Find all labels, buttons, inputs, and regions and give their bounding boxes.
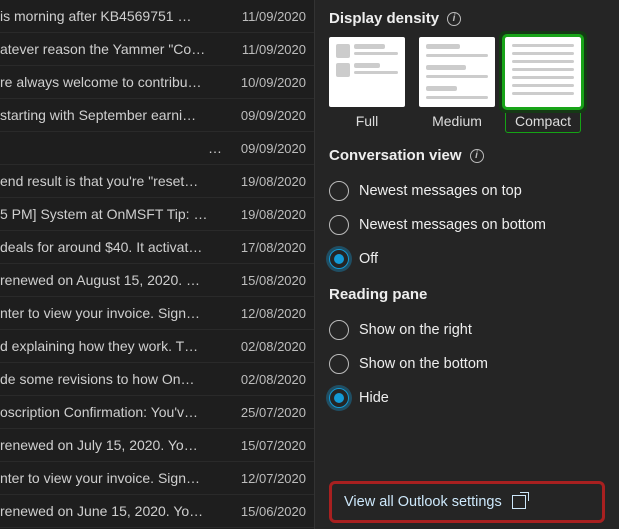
- display-density-label: Display density: [329, 10, 439, 27]
- mail-subject: renewed on June 15, 2020. Yo…: [0, 503, 228, 519]
- radio-icon: [329, 320, 349, 340]
- mail-subject: nter to view your invoice. Sign…: [0, 305, 228, 321]
- mail-row[interactable]: oscription Confirmation: You'v…25/07/202…: [0, 396, 314, 429]
- mail-date: 19/08/2020: [228, 207, 306, 222]
- mail-row[interactable]: de some revisions to how On…02/08/2020: [0, 363, 314, 396]
- mail-subject: renewed on August 15, 2020. …: [0, 272, 228, 288]
- mail-row[interactable]: starting with September earni…09/09/2020: [0, 99, 314, 132]
- mail-date: 19/08/2020: [228, 174, 306, 189]
- radio-label: Off: [359, 251, 378, 267]
- mail-date: 02/08/2020: [228, 339, 306, 354]
- mail-row[interactable]: …09/09/2020: [0, 132, 314, 165]
- mail-subject: end result is that you're "reset…: [0, 173, 228, 189]
- info-icon[interactable]: [470, 149, 484, 163]
- radio-icon: [329, 181, 349, 201]
- density-label: Medium: [432, 113, 482, 129]
- radio-label: Hide: [359, 390, 389, 406]
- mail-subject: starting with September earni…: [0, 107, 228, 123]
- mail-subject: oscription Confirmation: You'v…: [0, 404, 228, 420]
- density-thumb-medium: [419, 37, 495, 107]
- mail-date: 15/07/2020: [228, 438, 306, 453]
- mail-row[interactable]: renewed on August 15, 2020. …15/08/2020: [0, 264, 314, 297]
- mail-subject: …: [0, 140, 228, 156]
- reading-pane-option-bottom[interactable]: Show on the bottom: [329, 347, 605, 381]
- density-option-compact[interactable]: Compact: [505, 33, 581, 133]
- mail-row[interactable]: end result is that you're "reset…19/08/2…: [0, 165, 314, 198]
- reading-pane-label: Reading pane: [329, 286, 427, 303]
- radio-label: Show on the right: [359, 322, 472, 338]
- radio-icon: [329, 354, 349, 374]
- conversation-option-newest-top[interactable]: Newest messages on top: [329, 174, 605, 208]
- mail-row[interactable]: nter to view your invoice. Sign…12/07/20…: [0, 462, 314, 495]
- radio-icon: [329, 388, 349, 408]
- conversation-option-newest-bottom[interactable]: Newest messages on bottom: [329, 208, 605, 242]
- mail-subject: 5 PM] System at OnMSFT Tip: …: [0, 206, 228, 222]
- mail-date: 17/08/2020: [228, 240, 306, 255]
- mail-row[interactable]: deals for around $40. It activat…17/08/2…: [0, 231, 314, 264]
- mail-date: 25/07/2020: [228, 405, 306, 420]
- mail-subject: re always welcome to contribu…: [0, 74, 228, 90]
- mail-date: 09/09/2020: [228, 141, 306, 156]
- mail-row[interactable]: renewed on July 15, 2020. Yo…15/07/2020: [0, 429, 314, 462]
- mail-subject: d explaining how they work. T…: [0, 338, 228, 354]
- radio-label: Show on the bottom: [359, 356, 488, 372]
- view-all-outlook-settings-link[interactable]: View all Outlook settings: [329, 481, 605, 523]
- radio-label: Newest messages on top: [359, 183, 522, 199]
- open-external-icon: [512, 495, 526, 509]
- mail-date: 09/09/2020: [228, 108, 306, 123]
- mail-row[interactable]: is morning after KB4569751 …11/09/2020: [0, 0, 314, 33]
- density-label: Compact: [515, 113, 571, 129]
- mail-subject: renewed on July 15, 2020. Yo…: [0, 437, 228, 453]
- mail-date: 02/08/2020: [228, 372, 306, 387]
- mail-subject: atever reason the Yammer "Co…: [0, 41, 228, 57]
- conversation-option-off[interactable]: Off: [329, 242, 605, 276]
- mail-date: 11/09/2020: [228, 42, 306, 57]
- radio-icon: [329, 215, 349, 235]
- mail-subject: de some revisions to how On…: [0, 371, 228, 387]
- mail-subject: is morning after KB4569751 …: [0, 8, 228, 24]
- reading-pane-option-right[interactable]: Show on the right: [329, 313, 605, 347]
- mail-date: 12/08/2020: [228, 306, 306, 321]
- mail-date: 11/09/2020: [228, 9, 306, 24]
- mail-row[interactable]: d explaining how they work. T…02/08/2020: [0, 330, 314, 363]
- mail-date: 15/08/2020: [228, 273, 306, 288]
- display-density-title: Display density: [329, 10, 605, 27]
- mail-subject: nter to view your invoice. Sign…: [0, 470, 228, 486]
- mail-subject: deals for around $40. It activat…: [0, 239, 228, 255]
- mail-row[interactable]: atever reason the Yammer "Co…11/09/2020: [0, 33, 314, 66]
- mail-row[interactable]: nter to view your invoice. Sign…12/08/20…: [0, 297, 314, 330]
- radio-label: Newest messages on bottom: [359, 217, 546, 233]
- density-options: Full Medium Compact: [329, 37, 605, 129]
- mail-date: 15/06/2020: [228, 504, 306, 519]
- density-thumb-compact: [505, 37, 581, 107]
- info-icon[interactable]: [447, 12, 461, 26]
- conversation-view-title: Conversation view: [329, 147, 605, 164]
- mail-date: 10/09/2020: [228, 75, 306, 90]
- mail-row[interactable]: renewed on June 15, 2020. Yo…15/06/2020: [0, 495, 314, 528]
- mail-row[interactable]: re always welcome to contribu…10/09/2020: [0, 66, 314, 99]
- quick-settings-panel: Display density Full Medium Com: [315, 0, 619, 529]
- density-thumb-full: [329, 37, 405, 107]
- reading-pane-title: Reading pane: [329, 286, 605, 303]
- view-all-label: View all Outlook settings: [344, 494, 502, 510]
- density-label: Full: [356, 113, 379, 129]
- radio-icon: [329, 249, 349, 269]
- mail-list: is morning after KB4569751 …11/09/2020 a…: [0, 0, 315, 529]
- density-option-medium[interactable]: Medium: [419, 37, 495, 129]
- conversation-view-label: Conversation view: [329, 147, 462, 164]
- mail-row[interactable]: 5 PM] System at OnMSFT Tip: …19/08/2020: [0, 198, 314, 231]
- mail-date: 12/07/2020: [228, 471, 306, 486]
- reading-pane-option-hide[interactable]: Hide: [329, 381, 605, 415]
- density-option-full[interactable]: Full: [329, 37, 405, 129]
